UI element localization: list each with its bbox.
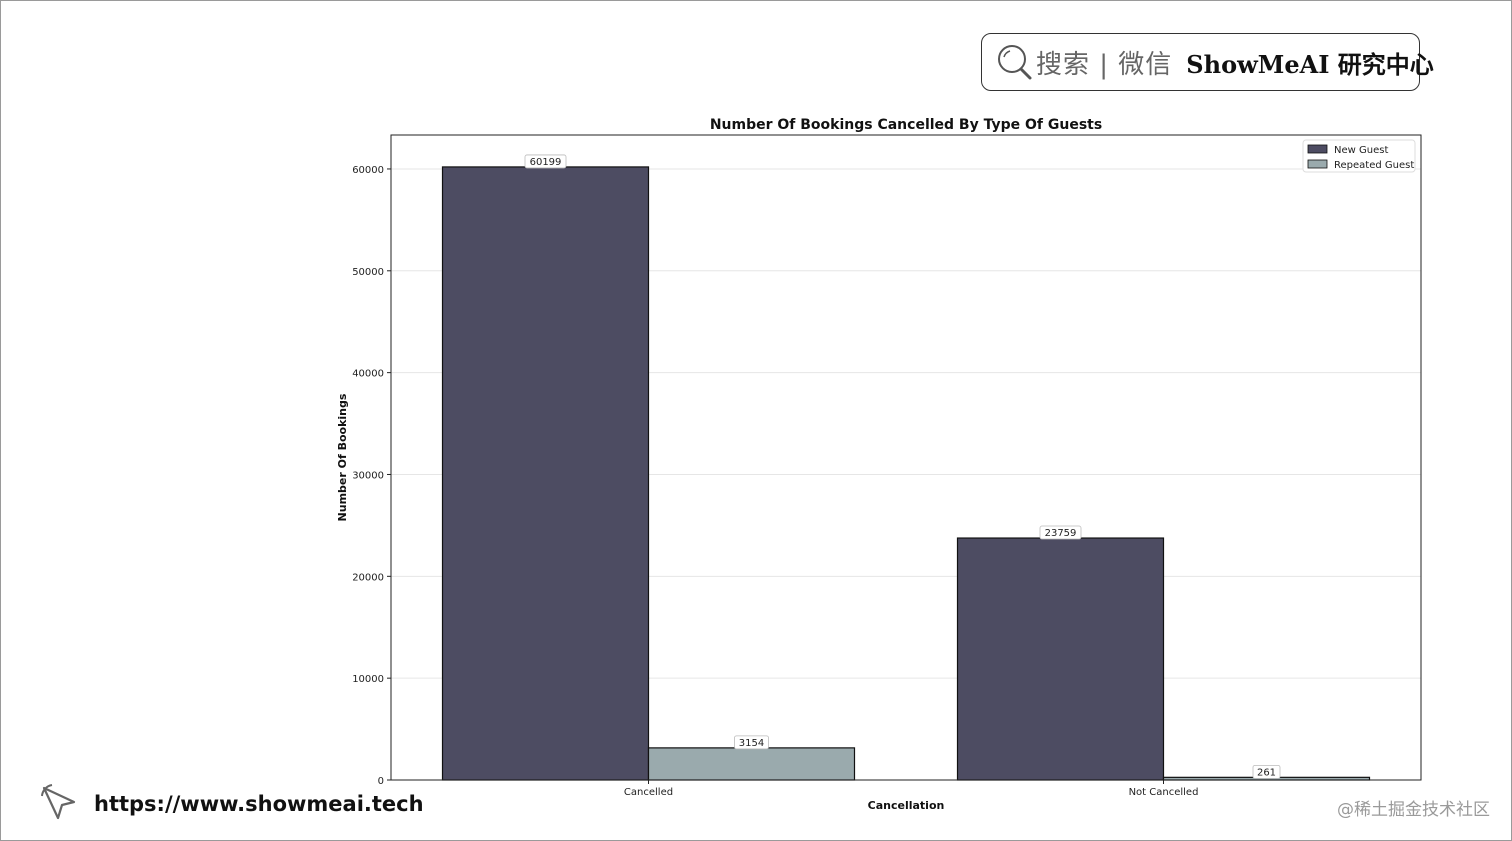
legend-label: Repeated Guest xyxy=(1334,160,1414,171)
y-tick-label: 10000 xyxy=(352,674,384,685)
data-label: 261 xyxy=(1257,767,1276,778)
y-tick-label: 60000 xyxy=(352,165,384,176)
x-tick-label: Cancelled xyxy=(624,787,673,798)
chart-title: Number Of Bookings Cancelled By Type Of … xyxy=(710,117,1102,133)
bar xyxy=(647,747,856,781)
bar-chart: 601993154Cancelled23759261Not Cancelled0… xyxy=(336,117,1422,812)
x-tick-label: Not Cancelled xyxy=(1129,787,1199,798)
y-tick-label: 50000 xyxy=(352,267,384,278)
y-tick-label: 20000 xyxy=(352,572,384,583)
y-tick-label: 40000 xyxy=(352,369,384,380)
legend-swatch xyxy=(1307,144,1328,154)
legend-swatch xyxy=(1307,159,1328,169)
y-tick-label: 30000 xyxy=(352,470,384,481)
bar xyxy=(956,537,1165,781)
footer-url[interactable]: https://www.showmeai.tech xyxy=(94,792,424,816)
footer-link[interactable]: https://www.showmeai.tech xyxy=(40,784,424,824)
x-axis-label: Cancellation xyxy=(868,799,945,812)
bar xyxy=(441,166,650,781)
data-label: 3154 xyxy=(739,738,764,749)
data-label: 60199 xyxy=(530,157,562,168)
y-axis-label: Number Of Bookings xyxy=(336,393,349,521)
legend-label: New Guest xyxy=(1334,145,1388,156)
cursor-icon xyxy=(40,782,80,826)
watermark-text: @稀土掘金技术社区 xyxy=(1337,800,1490,820)
data-label: 23759 xyxy=(1045,528,1077,539)
